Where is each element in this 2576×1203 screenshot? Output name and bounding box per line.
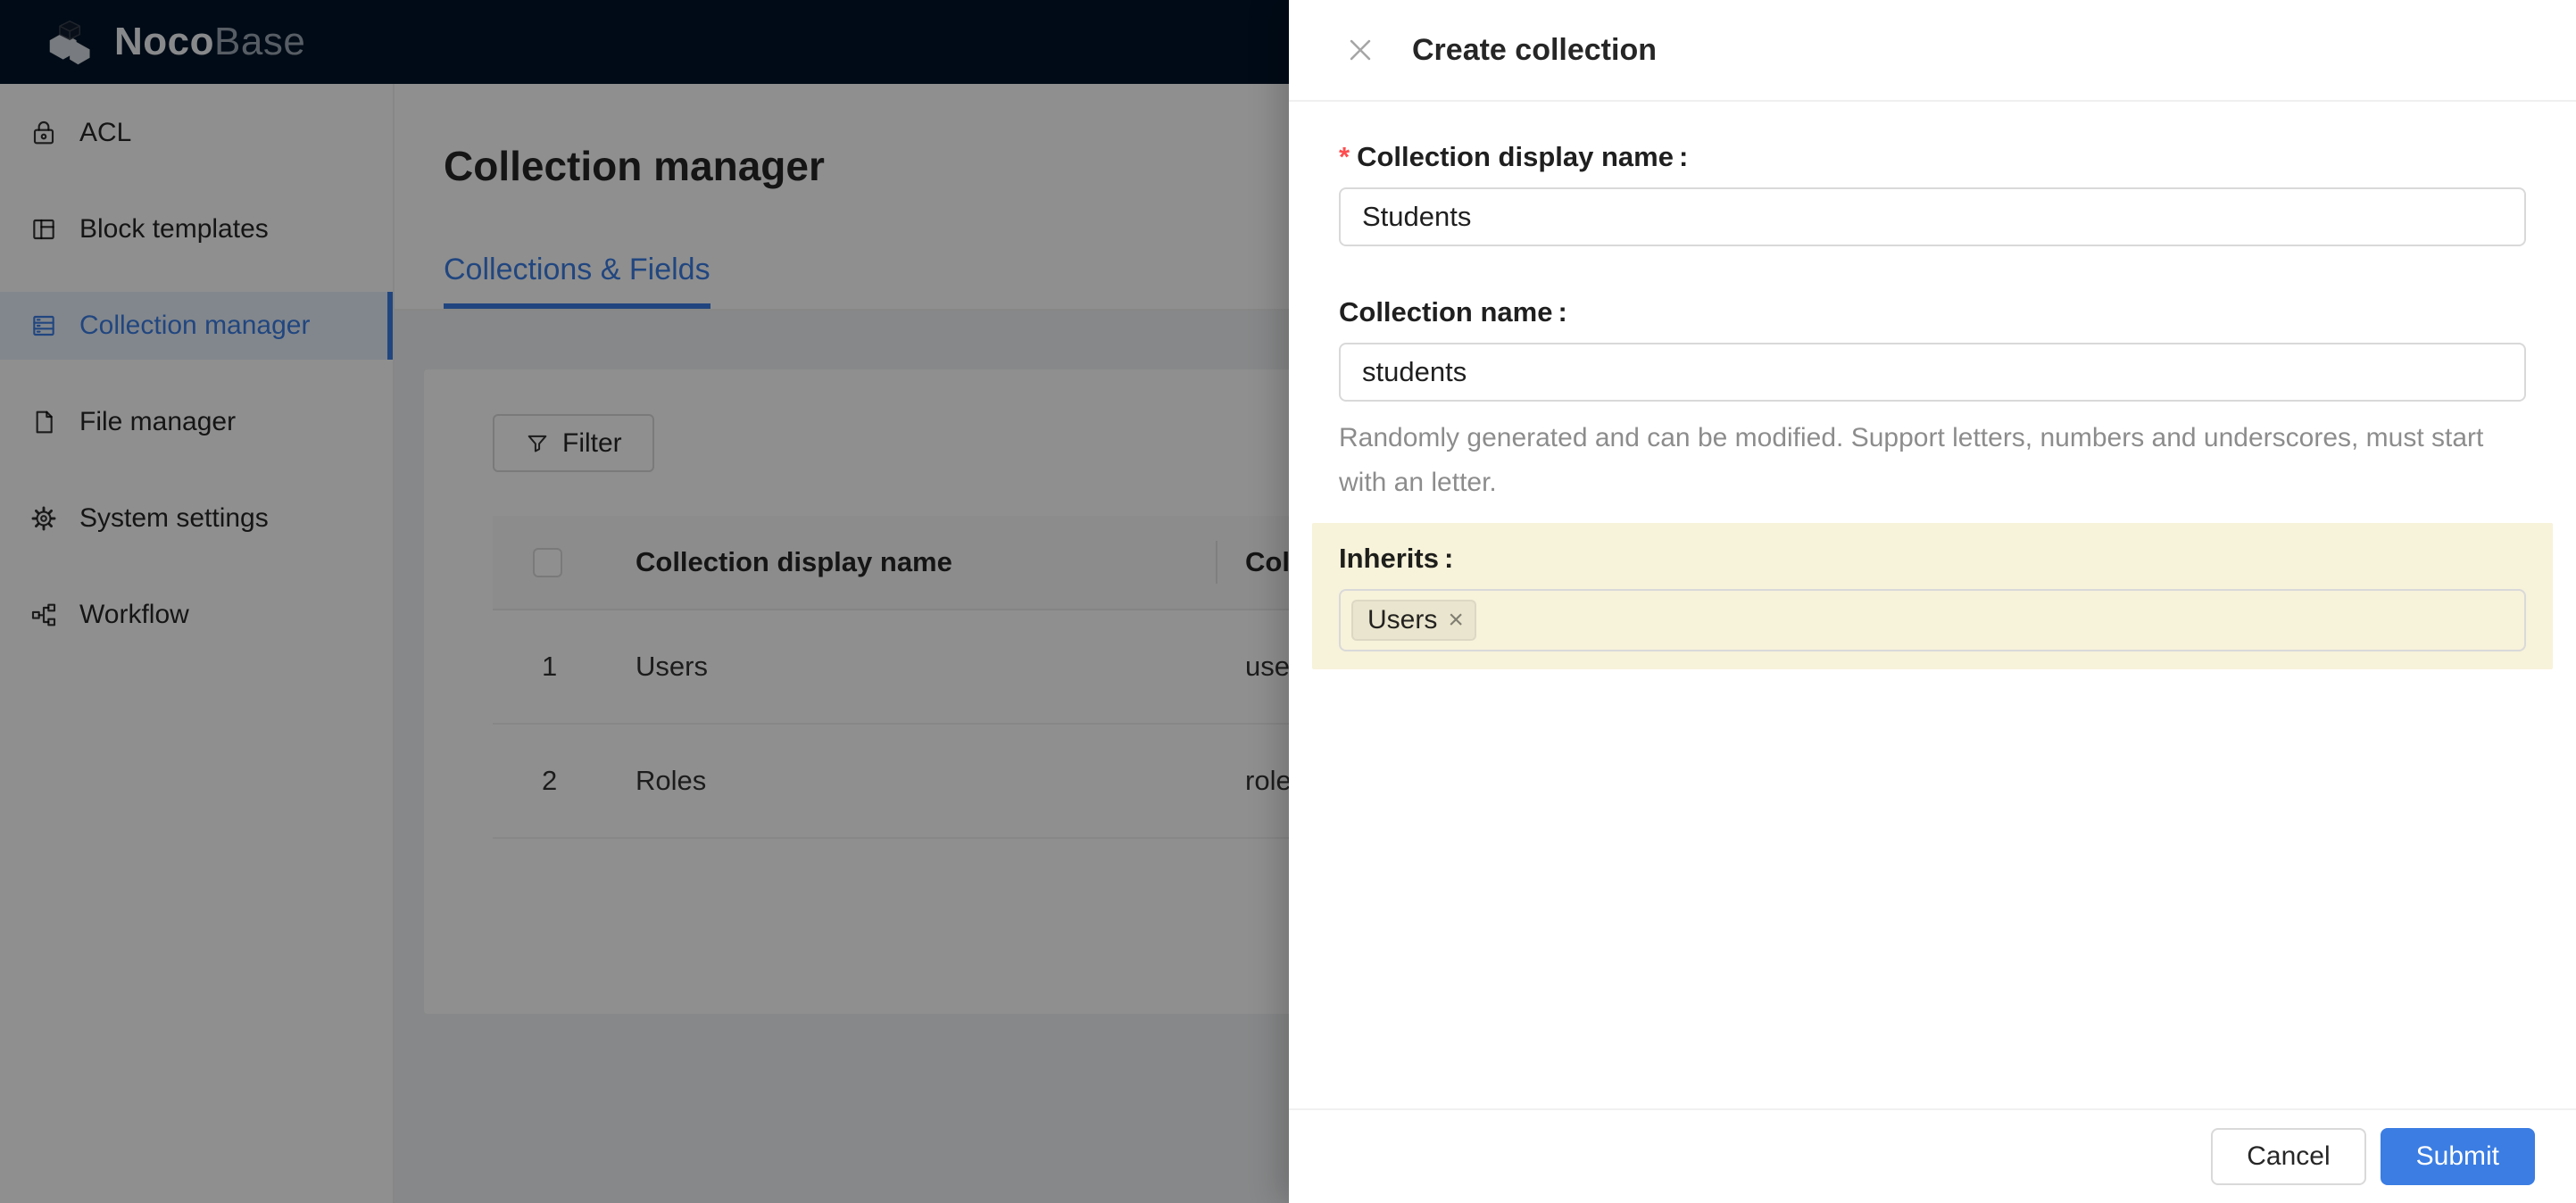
drawer-title: Create collection	[1412, 32, 1657, 67]
tag-label: Users	[1367, 605, 1438, 635]
drawer-footer: Cancel Submit	[1289, 1108, 2576, 1203]
app: NocoBase ACL Block templates Collection …	[0, 0, 2576, 1203]
collection-name-help-text: Randomly generated and can be modified. …	[1339, 423, 2484, 497]
close-button[interactable]	[1342, 32, 1378, 68]
create-collection-drawer: Create collection * Collection display n…	[1289, 0, 2576, 1203]
collection-display-name-input[interactable]	[1339, 187, 2526, 246]
field-collection-display-name: * Collection display name :	[1339, 141, 2526, 246]
collection-name-input[interactable]	[1339, 343, 2526, 402]
tag-remove-icon[interactable]: ×	[1448, 607, 1464, 634]
inherits-highlight-section: Inherits : Users ×	[1312, 523, 2553, 669]
submit-button[interactable]: Submit	[2380, 1128, 2535, 1185]
drawer-body: * Collection display name : Collection n…	[1289, 102, 2576, 669]
required-mark: *	[1339, 141, 1350, 172]
field-label: Collection name :	[1339, 296, 1567, 328]
close-icon	[1350, 39, 1371, 61]
field-collection-name: Collection name : Randomly generated and…	[1339, 296, 2526, 505]
inherits-tag-users: Users ×	[1351, 600, 1476, 641]
field-label: * Collection display name :	[1339, 141, 1689, 172]
inherits-select[interactable]: Users ×	[1339, 589, 2526, 651]
drawer-header: Create collection	[1289, 0, 2576, 102]
cancel-button[interactable]: Cancel	[2211, 1128, 2366, 1185]
field-label: Inherits :	[1339, 543, 1454, 574]
